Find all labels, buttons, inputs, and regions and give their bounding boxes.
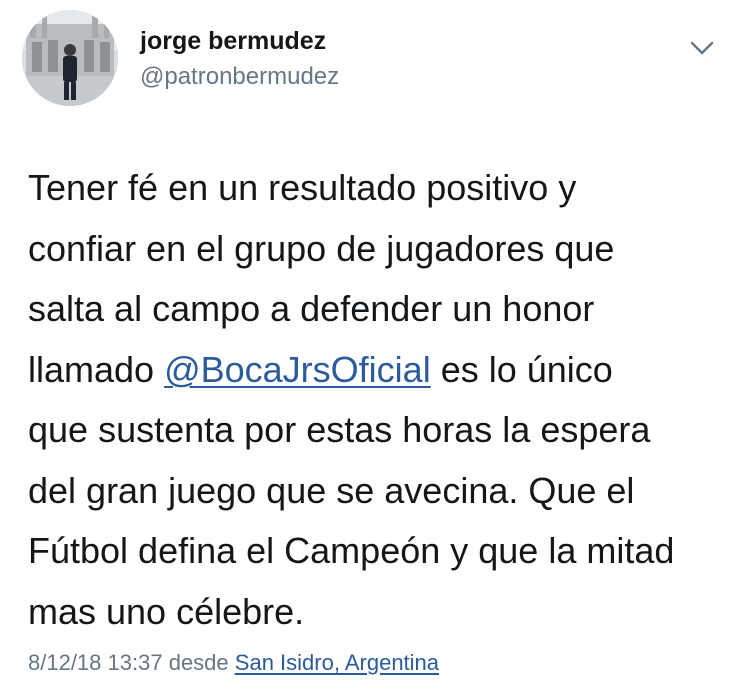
tweet-line-with-mention: llamado @BocaJrsOficial es lo único bbox=[28, 340, 718, 401]
tweet-line-segment: llamado bbox=[28, 348, 165, 390]
tweet-line: confiar en el grupo de jugadores que bbox=[28, 227, 615, 269]
avatar[interactable] bbox=[22, 10, 118, 106]
author-display-name[interactable]: jorge bermudez bbox=[140, 27, 326, 56]
tweet-line: Tener fé en un resultado positivo y bbox=[28, 167, 577, 208]
timestamp[interactable]: 8/12/18 13:37 bbox=[28, 650, 163, 675]
tweet-line: mas uno célebre. bbox=[28, 590, 305, 632]
via-label: desde bbox=[168, 650, 229, 675]
tweet-line: del gran juego que se avecina. Que el bbox=[28, 469, 635, 511]
tweet-line: Fútbol defina el Campeón y que la mitad bbox=[28, 530, 675, 571]
tweet-meta: 8/12/18 13:37 desde San Isidro, Argentin… bbox=[28, 650, 439, 676]
tweet-card: jorge bermudez @patronbermudez Tener fé … bbox=[0, 0, 730, 697]
profile-photo-icon bbox=[22, 10, 118, 106]
tweet-line: salta al campo a defender un honor bbox=[28, 288, 595, 329]
tweet-line-segment: es lo único bbox=[430, 348, 613, 390]
mention-link[interactable]: @BocaJrsOficial bbox=[164, 349, 431, 390]
tweet-text: Tener fé en un resultado positivo y conf… bbox=[28, 158, 718, 642]
tweet-line: que sustenta por estas horas la espera bbox=[28, 409, 651, 450]
chevron-down-icon[interactable] bbox=[688, 38, 716, 58]
location-link[interactable]: San Isidro, Argentina bbox=[235, 650, 439, 675]
author-handle[interactable]: @patronbermudez bbox=[140, 63, 339, 91]
